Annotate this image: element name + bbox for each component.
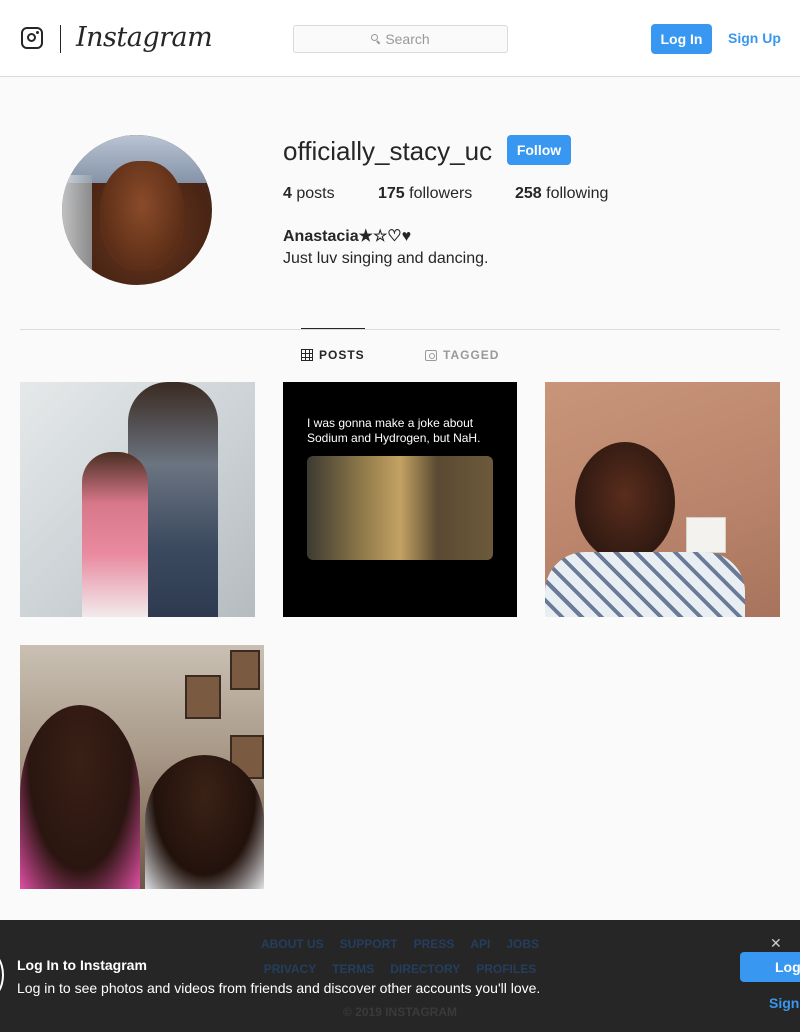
tab-posts[interactable]: POSTS <box>301 348 365 362</box>
top-nav-bar: Instagram Search Log In Sign Up <box>0 0 800 77</box>
stat-posts-label: posts <box>296 185 335 202</box>
tab-posts-label: POSTS <box>319 348 365 362</box>
post-4-person-right <box>145 755 264 889</box>
follow-button[interactable]: Follow <box>507 135 571 165</box>
tab-tagged-label: TAGGED <box>443 348 500 362</box>
prompt-signup-link[interactable]: Sign <box>769 995 799 1011</box>
post-thumbnail-4[interactable] <box>20 645 264 889</box>
post-4-wall-frame <box>230 650 260 690</box>
footer-link-press[interactable]: PRESS <box>414 937 455 951</box>
footer-link-directory[interactable]: DIRECTORY <box>390 962 460 976</box>
post-thumbnail-1[interactable] <box>20 382 255 617</box>
login-prompt-message: Log in to see photos and videos from fri… <box>17 980 541 996</box>
close-icon[interactable]: ✕ <box>770 935 782 952</box>
post-3-portrait <box>575 442 675 562</box>
post-2-meme-image <box>307 456 493 560</box>
stat-followers[interactable]: 175 followers <box>378 185 472 203</box>
footer-copyright: © 2019 INSTAGRAM <box>343 1005 457 1019</box>
search-icon <box>371 34 381 44</box>
active-tab-indicator <box>301 328 365 329</box>
footer-link-support[interactable]: SUPPORT <box>340 937 398 951</box>
post-4-person-left <box>20 705 140 889</box>
prompt-login-button[interactable]: Log <box>740 952 800 982</box>
stat-following[interactable]: 258 following <box>515 185 608 203</box>
post-4-wall-frame <box>185 675 221 719</box>
instagram-glyph-icon[interactable] <box>21 27 43 49</box>
tabs-divider <box>20 329 780 330</box>
post-thumbnail-2[interactable]: I was gonna make a joke about Sodium and… <box>283 382 517 617</box>
login-button[interactable]: Log In <box>651 24 712 54</box>
profile-bio: Just luv singing and dancing. <box>283 250 489 267</box>
footer-row-1: ABOUT US SUPPORT PRESS API JOBS <box>0 931 800 956</box>
stat-following-count: 258 <box>515 185 542 202</box>
login-prompt-title: Log In to Instagram <box>17 957 147 973</box>
stat-posts-count: 4 <box>283 185 292 202</box>
footer-link-terms[interactable]: TERMS <box>332 962 374 976</box>
logo-divider <box>60 25 61 53</box>
tab-tagged[interactable]: TAGGED <box>425 348 499 362</box>
post-2-meme-text: I was gonna make a joke about Sodium and… <box>307 416 481 445</box>
footer-link-profiles[interactable]: PROFILES <box>476 962 536 976</box>
avatar-bg-detail <box>62 175 92 285</box>
footer-link-jobs[interactable]: JOBS <box>506 937 539 951</box>
profile-avatar[interactable] <box>62 135 212 285</box>
stat-following-label: following <box>546 185 609 202</box>
post-1-figure-front <box>82 452 148 617</box>
signup-link[interactable]: Sign Up <box>728 30 781 46</box>
post-3-shirt <box>545 552 745 617</box>
search-input[interactable]: Search <box>293 25 508 53</box>
stat-followers-count: 175 <box>378 185 405 202</box>
profile-full-name: Anastacia★☆♡♥ <box>283 228 412 245</box>
post-3-light-switch <box>686 517 726 553</box>
stat-posts: 4 posts <box>283 185 335 203</box>
tag-icon <box>425 349 437 361</box>
search-placeholder: Search <box>385 31 430 47</box>
grid-icon <box>301 349 313 361</box>
footer-link-privacy[interactable]: PRIVACY <box>264 962 316 976</box>
avatar-face <box>100 161 184 271</box>
footer-links: ABOUT US SUPPORT PRESS API JOBS PRIVACY … <box>0 931 800 981</box>
footer-link-about[interactable]: ABOUT US <box>261 937 324 951</box>
profile-username: officially_stacy_uc <box>283 136 493 166</box>
instagram-wordmark[interactable]: Instagram <box>76 22 213 53</box>
post-thumbnail-3[interactable] <box>545 382 780 617</box>
stat-followers-label: followers <box>409 185 473 202</box>
footer-link-api[interactable]: API <box>470 937 490 951</box>
